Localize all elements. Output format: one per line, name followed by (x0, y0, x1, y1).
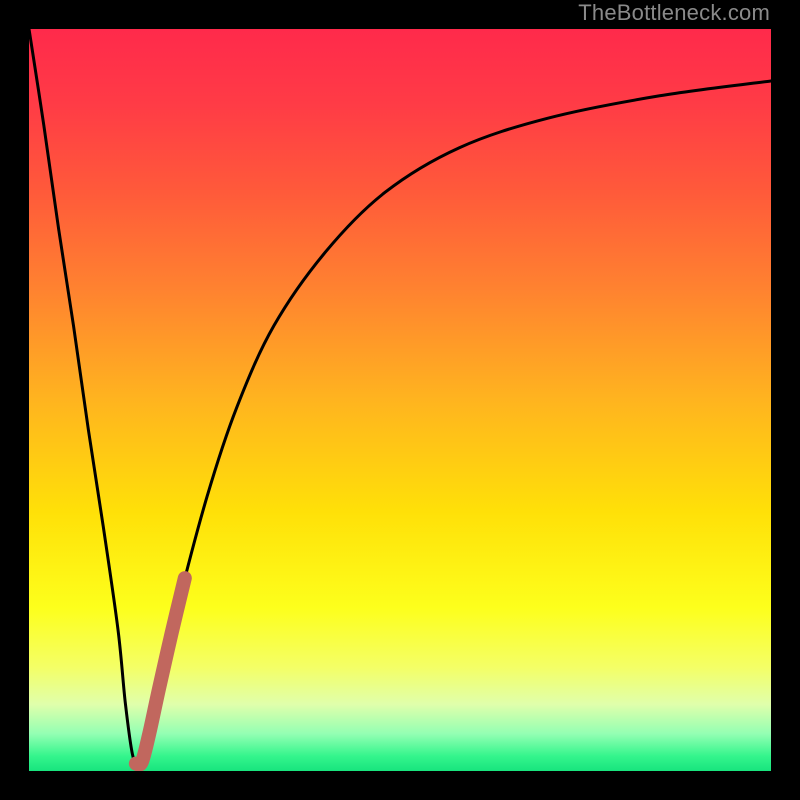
outer-frame: TheBottleneck.com (0, 0, 800, 800)
plot-area (29, 29, 771, 771)
watermark-text: TheBottleneck.com (578, 0, 770, 26)
bottleneck-curve (29, 29, 771, 768)
highlight-segment (136, 578, 185, 765)
curve-layer (29, 29, 771, 771)
